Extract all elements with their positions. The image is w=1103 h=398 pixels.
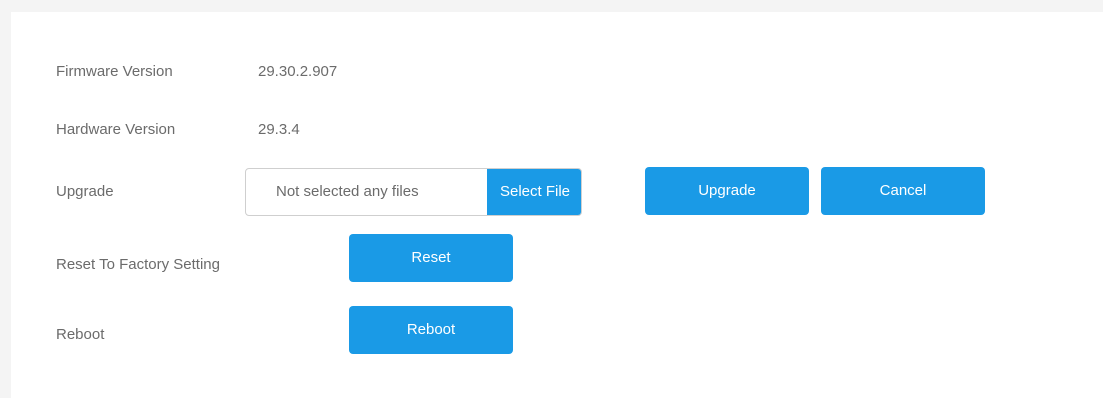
firmware-version-value: 29.30.2.907 <box>258 63 338 80</box>
hardware-version-value: 29.3.4 <box>258 121 300 138</box>
reboot-button[interactable]: Reboot <box>349 306 513 354</box>
upgrade-label: Upgrade <box>56 183 114 200</box>
select-file-button[interactable]: Select File <box>487 169 581 215</box>
file-input-placeholder: Not selected any files <box>276 183 419 200</box>
hardware-version-label: Hardware Version <box>56 121 176 138</box>
file-input[interactable]: Not selected any files Select File <box>245 168 582 216</box>
reboot-label: Reboot <box>56 326 105 343</box>
reset-factory-label: Reset To Factory Setting <box>56 256 220 273</box>
left-border <box>0 0 11 398</box>
reset-button[interactable]: Reset <box>349 234 513 282</box>
firmware-version-label: Firmware Version <box>56 63 173 80</box>
top-border <box>0 0 1103 12</box>
upgrade-button[interactable]: Upgrade <box>645 167 809 215</box>
cancel-button[interactable]: Cancel <box>821 167 985 215</box>
